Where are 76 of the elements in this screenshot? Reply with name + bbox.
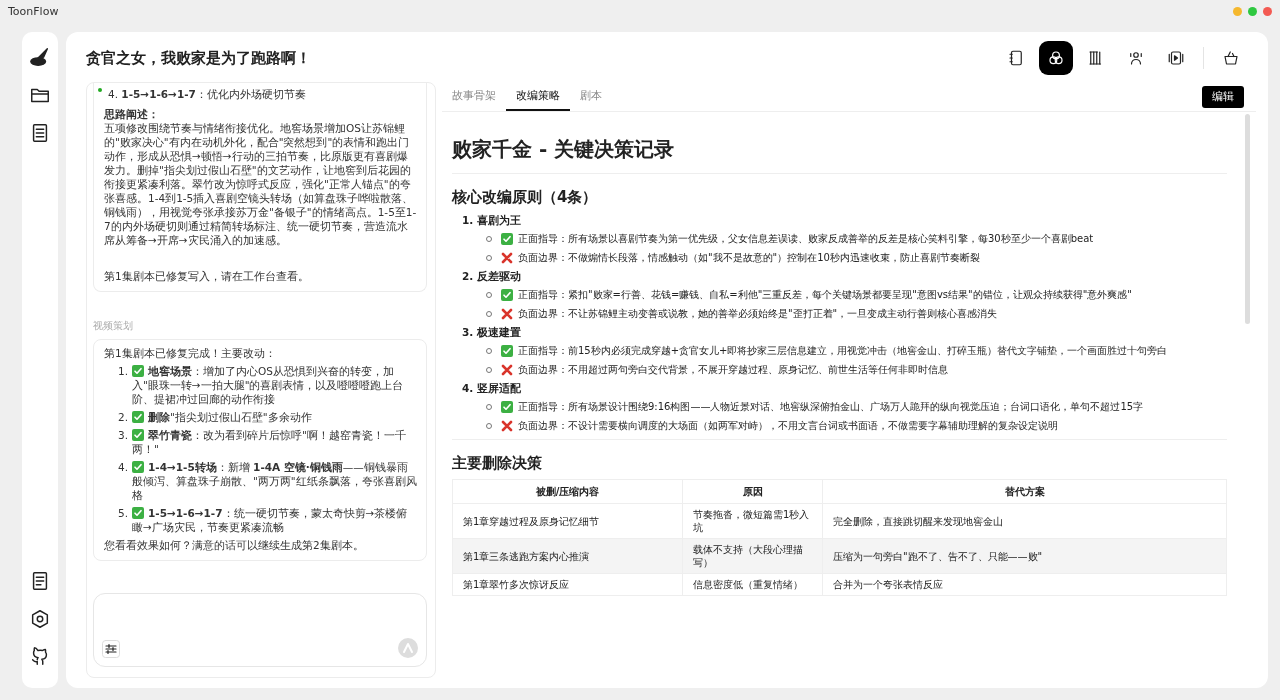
principle-title: 1. 喜剧为王: [462, 214, 522, 228]
principle-title: 2. 反差驱动: [462, 270, 522, 284]
guideline-text: 正面指导：所有场景以喜剧节奏为第一优先级，父女信息差误读、败家反成善举的反差是核心笑料引擎，每30秒至少一个喜剧beat: [518, 232, 1094, 246]
guideline-text: 负面边界：不让苏锦鲤主动变善或说教，她的善举必须始终是"歪打正着"，一旦变成主动行善则核心喜感消失: [518, 307, 998, 321]
section-heading: 主要删除决策: [452, 454, 543, 473]
settings-icon[interactable]: [29, 608, 51, 630]
check-icon: [501, 400, 513, 413]
table-cell: 合并为一个夸张表情反应: [822, 573, 1227, 596]
section-heading: 核心改编原则（4条）: [452, 188, 599, 207]
list-number: 1.: [116, 364, 128, 379]
table-cell: 信息密度低（重复情绪）: [682, 573, 823, 596]
sender-label: 视频策划: [93, 320, 134, 333]
sliders-icon[interactable]: [102, 640, 120, 658]
list-item: 删除"指尖划过假山石壁"多余动作: [132, 410, 418, 424]
list-item: 1-5→1-6→1-7：统一硬切节奏，蒙太奇快剪→茶楼俯瞰→广场灾民，节奏更紧凑流畅: [132, 506, 409, 534]
circles-icon: [1047, 49, 1065, 67]
check-icon: [501, 344, 513, 357]
cross-icon: [501, 363, 513, 376]
principle-title: 3. 极速建置: [462, 326, 522, 340]
table-cell: 压缩为一句旁白"跑不了、告不了、只能——败": [822, 538, 1227, 574]
close-button[interactable]: [1263, 6, 1272, 16]
paragraph: 五项修改围绕节奏与情绪衔接优化。地窖场景增加OS让苏锦鲤的"败家决心"有内在动机外化，配合"突然想到"的表情和跑出门动作，形成从恐惧→顿悟→行动的三拍节奏，比原版更有喜剧爆发力。删掉"指尖划过假山石壁"的文艺动作，让地窖到后花园的衔接更紧凑利落。翠竹改为惊呼式反应，强化"正常人锚点"的夸张喜感。1-4到1-5插入喜剧空镜头转场（如算盘珠子哗啦散落、铜钱雨），用视觉夸张承接苏万金"备银子"的情绪高点。1-5至1-7的内外场硬切则通过精简转场标注、统一硬切节奏，营造流水席从筹备→开席→灾民涌入的加速感。: [104, 121, 418, 247]
list-number: 3.: [116, 428, 128, 443]
paragraph: 第1集剧本已修复写入，请在工作台查看。: [104, 269, 310, 283]
column-header: 替代方案: [822, 479, 1227, 504]
list-number: 5.: [116, 506, 128, 521]
check-icon: [132, 411, 144, 423]
basket-icon: [1222, 49, 1240, 67]
check-icon: [132, 461, 144, 473]
check-icon: [501, 288, 513, 301]
people-icon: [1127, 49, 1145, 67]
list-item: 1-4→1-5转场：新增 1-4A 空镜·铜钱雨——铜钱暴雨般倾泻、算盘珠子崩散、"两万两"红纸条飘落，夸张喜剧风格: [132, 460, 418, 502]
table-cell: 第1章翠竹多次惊讶反应: [452, 573, 683, 596]
list-number: 4.: [116, 460, 128, 475]
table-cell: 载体不支持（大段心理描写）: [682, 538, 823, 574]
check-icon: [132, 365, 144, 377]
check-icon: [132, 429, 144, 441]
paragraph: 您看看效果如何？满意的话可以继续生成第2集剧本。: [104, 538, 365, 552]
document-title: 败家千金 - 关键决策记录: [452, 136, 1227, 174]
notebook-icon: [1007, 49, 1025, 67]
tab[interactable]: 改编策略: [506, 82, 570, 111]
guideline-text: 负面边界：不做煽情长段落，情感触动（如"我不是故意的"）控制在10秒内迅速收束，防止喜剧节奏断裂: [518, 251, 980, 265]
bullet-dot: [98, 88, 102, 92]
table-cell: 第1章三条逃跑方案内心推演: [452, 538, 683, 574]
cross-icon: [501, 307, 513, 320]
check-icon: [501, 232, 513, 245]
cross-icon: [501, 419, 513, 432]
list-item: 4. 1-5→1-6→1-7：优化内外场硬切节奏: [108, 87, 306, 101]
scrollbar[interactable]: [1245, 114, 1250, 324]
project-title: 贪官之女，我败家是为了跑路啊！: [86, 48, 311, 68]
edit-button[interactable]: 编辑: [1202, 85, 1244, 108]
table-cell: 完全删除，直接跳切醒来发现地窖金山: [822, 503, 1227, 539]
guideline-text: 正面指导：前15秒内必须完成穿越+贪官女儿+即将抄家三层信息建立，用视觉冲击（地窖金山、打碎玉瓶）替代文字铺垫，一个画面胜过十句旁白: [518, 344, 1168, 358]
video-icon: [1167, 49, 1185, 67]
principle-title: 4. 竖屏适配: [462, 382, 522, 396]
guideline-text: 负面边界：不用超过两句旁白交代背景，不展开穿越过程、原身记忆、前世生活等任何非即时信息: [518, 363, 948, 377]
toolbar-button[interactable]: [1039, 41, 1073, 75]
column-header: 原因: [682, 479, 823, 504]
paragraph: 第1集剧本已修复完成！主要改动：: [104, 346, 277, 360]
table-cell: 第1章穿越过程及原身记忆细节: [452, 503, 683, 539]
check-icon: [132, 507, 144, 519]
guideline-text: 负面边界：不设计需要横向调度的大场面（如两军对峙），不用文言台词或书面语，不做需要字幕辅助理解的复杂设定说明: [518, 419, 1058, 433]
subheading: 思路阐述：: [104, 107, 160, 121]
cross-icon: [501, 251, 513, 264]
tab[interactable]: 剧本: [570, 82, 612, 111]
app-title: ToonFlow: [8, 4, 59, 18]
logo-icon[interactable]: [29, 46, 51, 68]
column-header: 被删/压缩内容: [452, 479, 683, 504]
message-input[interactable]: [93, 593, 427, 667]
list-number: 2.: [116, 410, 128, 424]
list-item: 翠竹青瓷：改为看到碎片后惊呼"啊！越窑青瓷！一千两！": [132, 428, 407, 456]
guideline-text: 正面指导：所有场景设计围绕9:16构图——人物近景对话、地窖纵深俯拍金山、广场万人跪拜的纵向视觉压迫；台词口语化，单句不超过15字: [518, 400, 1144, 414]
table-cell: 节奏拖沓，微短篇需1秒入坑: [682, 503, 823, 539]
tab[interactable]: 故事骨架: [442, 82, 506, 111]
list-item: 地窖场景：增加了内心OS从恐惧到兴奋的转变，加入"眼珠一转→一拍大腿"的喜剧表情，以及噔噔噔跑上台阶、提裙冲过回廊的动作衔接: [132, 364, 405, 406]
guideline-text: 正面指导：紧扣"败家=行善、花钱=赚钱、自私=利他"三重反差，每个关键场景都要呈现"意图vs结果"的错位，让观众持续获得"意外爽感": [518, 288, 1132, 302]
